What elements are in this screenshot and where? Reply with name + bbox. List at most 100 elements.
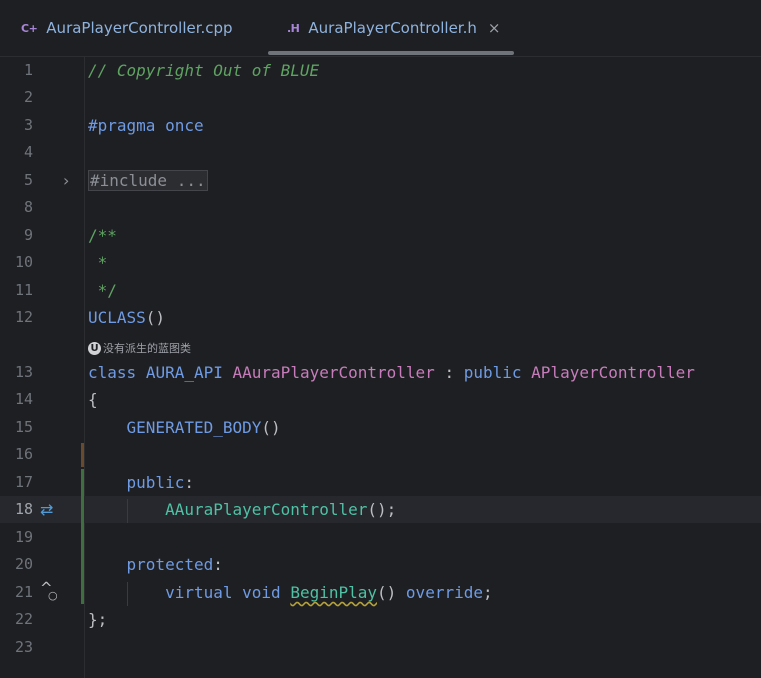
code-line: 11 */	[0, 277, 761, 304]
line-number: 3	[23, 116, 33, 134]
tab-aura-player-controller-h[interactable]: .H AuraPlayerController.h ×	[287, 0, 500, 56]
inlay-hint-text: 没有派生的蓝图类	[103, 342, 191, 355]
active-tab-indicator	[268, 51, 514, 55]
macro-token: GENERATED_BODY	[126, 418, 262, 437]
line-code: #include ...	[88, 167, 208, 194]
line-number: 15	[14, 418, 33, 436]
swap-arrows-icon[interactable]: ⇄	[40, 496, 53, 523]
macro-token: UCLASS	[88, 308, 146, 327]
line-number: 23	[14, 638, 33, 656]
code-line: 12 UCLASS()	[0, 304, 761, 331]
punct-token: ();	[367, 500, 397, 519]
doc-comment: /**	[88, 226, 117, 245]
code-line: 17 public:	[0, 469, 761, 496]
code-line: 23	[0, 634, 761, 661]
keyword-token: void	[242, 583, 281, 602]
function-token: AAuraPlayerController	[165, 500, 368, 519]
line-code: // Copyright Out of BLUE	[88, 57, 319, 84]
keyword-token: override	[405, 583, 483, 602]
punct-token: ()	[145, 308, 166, 327]
cpp-file-icon: C+	[21, 21, 38, 35]
code-line: 9 /**	[0, 222, 761, 249]
line-number: 10	[14, 253, 33, 271]
code-line: 3 #pragma once	[0, 112, 761, 139]
chevron-right-icon[interactable]: ›	[63, 167, 69, 194]
keyword-token: class	[88, 363, 137, 382]
punct-token: ;	[482, 583, 493, 602]
tab-label: AuraPlayerController.cpp	[46, 19, 233, 37]
indent-guide	[127, 582, 128, 606]
vcs-modified-marker[interactable]	[81, 443, 84, 467]
code-line: 19	[0, 524, 761, 551]
punct-token: ()	[261, 418, 281, 437]
keyword-token: protected	[126, 555, 214, 574]
tab-label: AuraPlayerController.h	[308, 19, 477, 37]
line-number: 16	[14, 445, 33, 463]
line-code: class AURA_API AAuraPlayerController : p…	[88, 359, 695, 386]
code-line: 21 ^ ○ virtual void BeginPlay() override…	[0, 579, 761, 606]
punct-token: :	[444, 363, 455, 382]
line-number: 12	[14, 308, 33, 326]
line-number: 18	[14, 500, 33, 518]
comment-token: // Copyright Out of BLUE	[88, 61, 320, 80]
punct-token: :	[213, 555, 223, 574]
folded-include-region[interactable]: #include ...	[88, 170, 208, 191]
line-number: 17	[14, 473, 33, 491]
function-token: BeginPlay	[290, 583, 378, 602]
keyword-token: public	[126, 473, 185, 492]
line-number: 2	[23, 88, 33, 106]
line-number: 21	[14, 583, 33, 601]
line-code: virtual void BeginPlay() override;	[88, 579, 493, 606]
line-number: 11	[14, 281, 33, 299]
code-line: 2	[0, 84, 761, 111]
line-number: 9	[23, 226, 33, 244]
line-number: 4	[23, 143, 33, 161]
header-file-icon: .H	[287, 21, 300, 35]
indent-guide	[127, 499, 128, 523]
line-code: {	[88, 390, 98, 409]
code-line: 15 GENERATED_BODY()	[0, 414, 761, 441]
override-dot-icon: ○	[48, 589, 58, 602]
line-number: 22	[14, 610, 33, 628]
doc-comment: */	[88, 281, 117, 300]
directive-token: #pragma	[88, 116, 156, 135]
line-code: GENERATED_BODY()	[88, 414, 281, 441]
line-number: 19	[14, 528, 33, 546]
unreal-icon: U	[88, 341, 101, 355]
line-number: 1	[23, 61, 33, 79]
line-code: };	[88, 610, 108, 629]
punct-token: :	[184, 473, 194, 492]
keyword-token: public	[463, 363, 522, 382]
line-code: AAuraPlayerController();	[88, 496, 396, 523]
close-icon[interactable]: ×	[488, 19, 501, 37]
code-line: 4	[0, 139, 761, 166]
tab-aura-player-controller-cpp[interactable]: C+ AuraPlayerController.cpp	[21, 0, 233, 56]
code-line: 22 };	[0, 606, 761, 633]
line-number: 20	[14, 555, 33, 573]
code-line: 16	[0, 441, 761, 468]
keyword-token: virtual	[165, 583, 233, 602]
macro-token: AURA_API	[145, 363, 223, 382]
code-line: 20 protected:	[0, 551, 761, 578]
line-number: 8	[23, 198, 33, 216]
code-line: 1 // Copyright Out of BLUE	[0, 57, 761, 84]
code-line-current: 18 ⇄ AAuraPlayerController();	[0, 496, 761, 523]
class-name-token: AAuraPlayerController	[232, 363, 435, 382]
code-line: 14 {	[0, 386, 761, 413]
vcs-added-marker[interactable]	[81, 469, 84, 604]
editor-tab-bar: C+ AuraPlayerController.cpp .H AuraPlaye…	[0, 0, 761, 57]
punct-token: ()	[377, 583, 397, 602]
line-number: 14	[14, 390, 33, 408]
code-editor[interactable]: 1 // Copyright Out of BLUE 2 3 #pragma o…	[0, 56, 761, 678]
blueprint-inlay-hint[interactable]: U 没有派生的蓝图类	[88, 338, 191, 358]
line-code: public:	[88, 469, 194, 496]
line-number: 13	[14, 363, 33, 381]
line-code: protected:	[88, 551, 223, 578]
code-line: 8	[0, 194, 761, 221]
doc-comment: *	[88, 253, 108, 272]
code-line: 13 class AURA_API AAuraPlayerController …	[0, 359, 761, 386]
code-line: 10 *	[0, 249, 761, 276]
line-code: #pragma once	[88, 112, 204, 139]
line-number: 5	[23, 171, 33, 189]
code-line: 5 › #include ...	[0, 167, 761, 194]
